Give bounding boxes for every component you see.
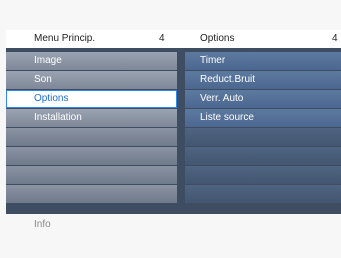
main-menu-title: Menu Princip. — [34, 33, 96, 44]
menu-item-installation[interactable]: Installation — [6, 109, 177, 127]
tv-menu-panel: Menu Princip. 4 Options 4 Image Son Opti… — [6, 30, 341, 214]
menu-item-image[interactable]: Image — [6, 52, 177, 70]
column-divider — [177, 52, 185, 214]
empty-option-slot — [185, 185, 341, 203]
option-item-reduct-bruit[interactable]: Reduct.Bruit — [185, 71, 341, 89]
empty-option-slot — [185, 147, 341, 165]
options-menu-count: 4 — [332, 33, 338, 44]
option-item-timer[interactable]: Timer — [185, 52, 341, 70]
empty-menu-slot — [6, 128, 177, 146]
menu-item-options[interactable]: Options — [6, 90, 177, 108]
empty-menu-slot — [6, 185, 177, 203]
empty-menu-slot — [6, 147, 177, 165]
option-item-verr-auto[interactable]: Verr. Auto — [185, 90, 341, 108]
empty-menu-slot — [6, 166, 177, 184]
menu-item-son[interactable]: Son — [6, 71, 177, 89]
main-menu-count: 4 — [159, 33, 165, 44]
options-menu-list: Timer Reduct.Bruit Verr. Auto Liste sour… — [185, 52, 341, 204]
options-menu-title: Options — [200, 33, 235, 44]
menu-header: Menu Princip. 4 Options 4 — [6, 30, 341, 48]
info-label: Info — [34, 219, 51, 230]
main-menu-list: Image Son Options Installation — [6, 52, 177, 204]
empty-option-slot — [185, 128, 341, 146]
empty-option-slot — [185, 166, 341, 184]
option-item-liste-source[interactable]: Liste source — [185, 109, 341, 127]
